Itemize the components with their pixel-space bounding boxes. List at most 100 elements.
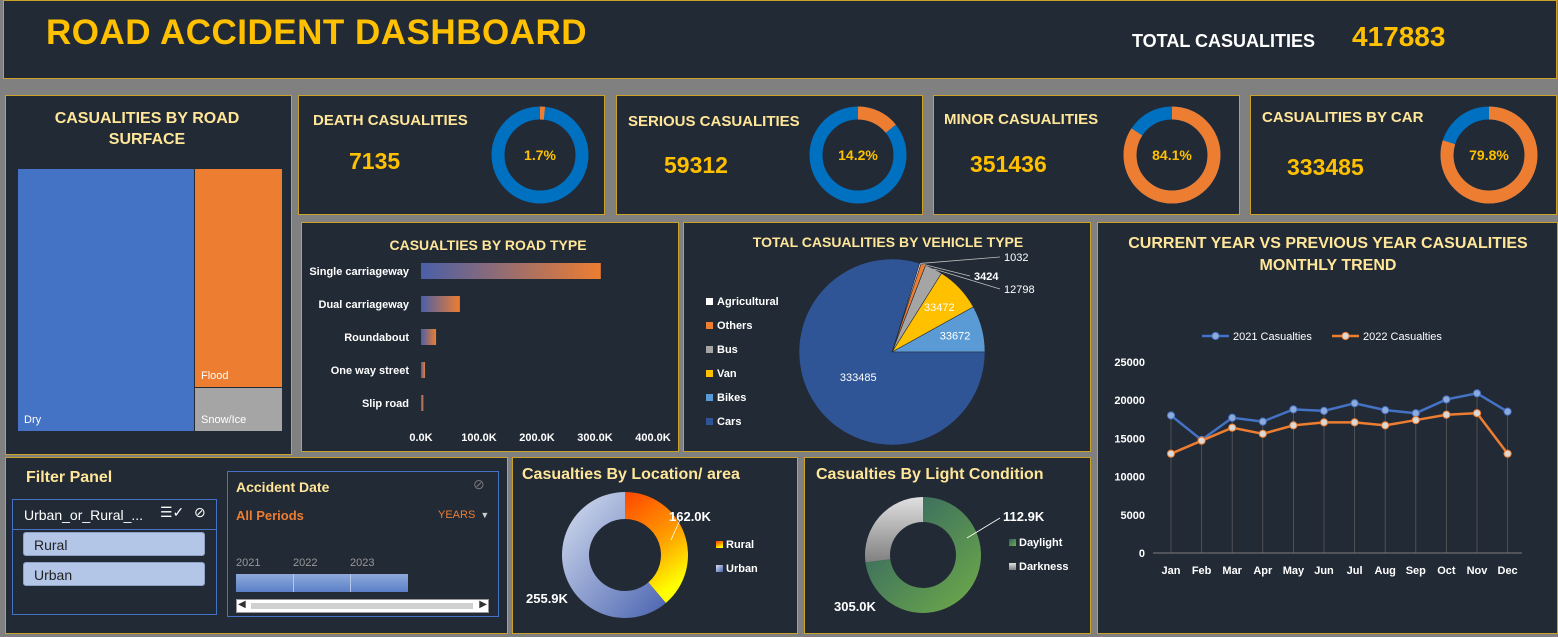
road-surface-title: CASUALITIES BY ROAD SURFACE xyxy=(54,110,240,148)
light-donut-slice xyxy=(865,497,923,563)
trend-x-tick: Dec xyxy=(1498,565,1518,577)
trend-point xyxy=(1503,449,1512,458)
vehicle-legend-swatch xyxy=(706,370,713,377)
road-type-category-label: Single carriageway xyxy=(309,266,410,278)
vehicle-legend-label: Others xyxy=(717,320,752,332)
light-donut-slice-legend-swatch xyxy=(1009,563,1016,570)
kpi-minor-donut: 84.1% xyxy=(1123,106,1221,204)
trend-legend-label: 2021 Casualties xyxy=(1233,331,1312,343)
trend-point xyxy=(1472,409,1482,418)
trend-x-tick: Sep xyxy=(1406,565,1426,577)
location-donut-slice-legend-label: Urban xyxy=(726,563,758,575)
road-type-category-label: Dual carriageway xyxy=(319,299,410,311)
vehicle-pie-leader xyxy=(920,256,1001,264)
light-donut-slice-legend-label: Darkness xyxy=(1019,561,1069,573)
trend-point xyxy=(1228,413,1237,422)
vehicle-legend-label: Cars xyxy=(717,416,741,428)
treemap-flood[interactable]: Flood xyxy=(195,169,282,387)
timeline-clear-icon[interactable]: ⊘ xyxy=(473,476,485,493)
trend-y-tick: 20000 xyxy=(1114,395,1145,407)
scroll-right-icon[interactable]: ▶ xyxy=(479,599,487,610)
timeline-title: Accident Date xyxy=(236,479,330,495)
timeline-period-label: All Periods xyxy=(236,508,304,523)
trend-point xyxy=(1472,389,1482,398)
trend-x-tick: May xyxy=(1283,565,1305,577)
road-type-x-tick: 300.0K xyxy=(577,432,613,444)
scroll-thumb[interactable] xyxy=(251,603,473,609)
trend-point xyxy=(1381,406,1390,415)
trend-point xyxy=(1166,449,1176,458)
vehicle-legend-label: Bikes xyxy=(717,392,746,404)
timeline-level-label: YEARS xyxy=(438,509,476,521)
kpi-serious-title: SERIOUS CASUALITIES xyxy=(628,113,800,130)
trend-x-tick: Aug xyxy=(1375,565,1396,577)
road-surface-panel: CASUALITIES BY ROAD SURFACE Dry Flood Sn… xyxy=(5,95,292,455)
trend-point xyxy=(1228,423,1237,432)
trend-x-tick: Feb xyxy=(1192,565,1212,577)
dashboard-title: ROAD ACCIDENT DASHBOARD xyxy=(46,13,588,52)
trend-point xyxy=(1350,399,1359,408)
trend-point xyxy=(1258,429,1267,438)
road-type-x-tick: 400.0K xyxy=(635,432,671,444)
location-donut-slice-legend-label: Rural xyxy=(726,539,754,551)
vehicle-pie-data-label: 33672 xyxy=(940,331,971,343)
trend-series-line xyxy=(1170,411,1509,455)
trend-x-tick: Jan xyxy=(1162,565,1181,577)
trend-legend-marker xyxy=(1211,331,1220,341)
timeline-level-dropdown[interactable]: YEARS ▼ xyxy=(438,509,489,521)
slicer-item-rural[interactable]: Rural xyxy=(23,532,205,556)
trend-y-tick: 15000 xyxy=(1114,433,1145,445)
slicer-item-urban[interactable]: Urban xyxy=(23,562,205,586)
light-donut-slice-data-label: 305.0K xyxy=(834,599,877,614)
kpi-death-value: 7135 xyxy=(349,148,401,174)
multi-select-icon[interactable]: ☰✓ xyxy=(160,504,184,521)
trend-point xyxy=(1411,409,1420,418)
kpi-serious-donut: 14.2% xyxy=(809,106,907,204)
treemap-snow[interactable]: Snow/Ice xyxy=(195,388,282,431)
road-type-bar-chart: Single carriageway Dual carriageway Rounda… xyxy=(309,263,671,444)
kpi-donut-label: 79.8% xyxy=(1469,147,1509,163)
chevron-down-icon: ▼ xyxy=(480,510,490,520)
location-donut-slice-data-label: 162.0K xyxy=(669,509,712,524)
trend-point xyxy=(1166,411,1176,420)
scroll-left-icon[interactable]: ◀ xyxy=(238,599,246,610)
trend-legend-marker xyxy=(1341,331,1350,341)
light-donut-slice-legend-swatch xyxy=(1009,539,1016,546)
filter-panel: Filter Panel Urban_or_Rural_... ☰✓ ⊘ Rur… xyxy=(5,457,508,634)
trend-point xyxy=(1289,405,1298,414)
kpi-minor-card: MINOR CASUALITIES 351436 84.1% xyxy=(933,95,1240,215)
monthly-trend-panel: CURRENT YEAR VS PREVIOUS YEAR CASUALITIE… xyxy=(1097,222,1558,634)
trend-x-tick: Jun xyxy=(1314,565,1334,577)
vehicle-pie-data-label: 12798 xyxy=(1004,284,1035,296)
road-type-bar xyxy=(421,362,426,378)
timeline-year-2023: 2023 xyxy=(350,557,375,569)
trend-point xyxy=(1442,410,1451,419)
vehicle-type-panel: TOTAL CASUALITIES BY VEHICLE TYPE 33672 3… xyxy=(683,222,1091,452)
light-donut-chart: 305.0K 112.9K Daylight Darkness xyxy=(834,497,1069,614)
vehicle-legend-swatch xyxy=(706,394,713,401)
road-type-category-label: Slip road xyxy=(362,398,409,410)
trend-y-tick: 25000 xyxy=(1114,357,1145,369)
kpi-minor-value: 351436 xyxy=(970,151,1047,177)
kpi-serious-card: SERIOUS CASUALITIES 59312 14.2% xyxy=(616,95,923,215)
road-type-x-tick: 0.0K xyxy=(409,432,432,444)
timeline-year-2022: 2022 xyxy=(293,557,318,569)
timeline-scrollbar[interactable]: ◀ ▶ xyxy=(236,599,489,613)
trend-point xyxy=(1289,421,1298,430)
trend-x-tick: Oct xyxy=(1437,565,1456,577)
kpi-donut-label: 1.7% xyxy=(524,147,556,163)
road-type-bar xyxy=(421,296,460,312)
vehicle-legend-swatch xyxy=(706,346,713,353)
clear-filter-icon[interactable]: ⊘ xyxy=(194,504,206,521)
timeline-bar[interactable] xyxy=(236,574,408,592)
kpi-donut-label: 14.2% xyxy=(838,147,878,163)
treemap-flood-label: Flood xyxy=(201,370,229,382)
trend-legend-label: 2022 Casualties xyxy=(1363,331,1442,343)
slicer-header: Urban_or_Rural_... xyxy=(24,507,144,523)
location-donut-slice-legend-swatch xyxy=(716,565,723,572)
kpi-serious-value: 59312 xyxy=(664,152,728,178)
light-donut-slice-legend-label: Daylight xyxy=(1019,537,1063,549)
treemap-dry[interactable]: Dry xyxy=(18,169,194,431)
vehicle-legend-label: Bus xyxy=(717,344,738,356)
road-type-x-tick: 200.0K xyxy=(519,432,555,444)
